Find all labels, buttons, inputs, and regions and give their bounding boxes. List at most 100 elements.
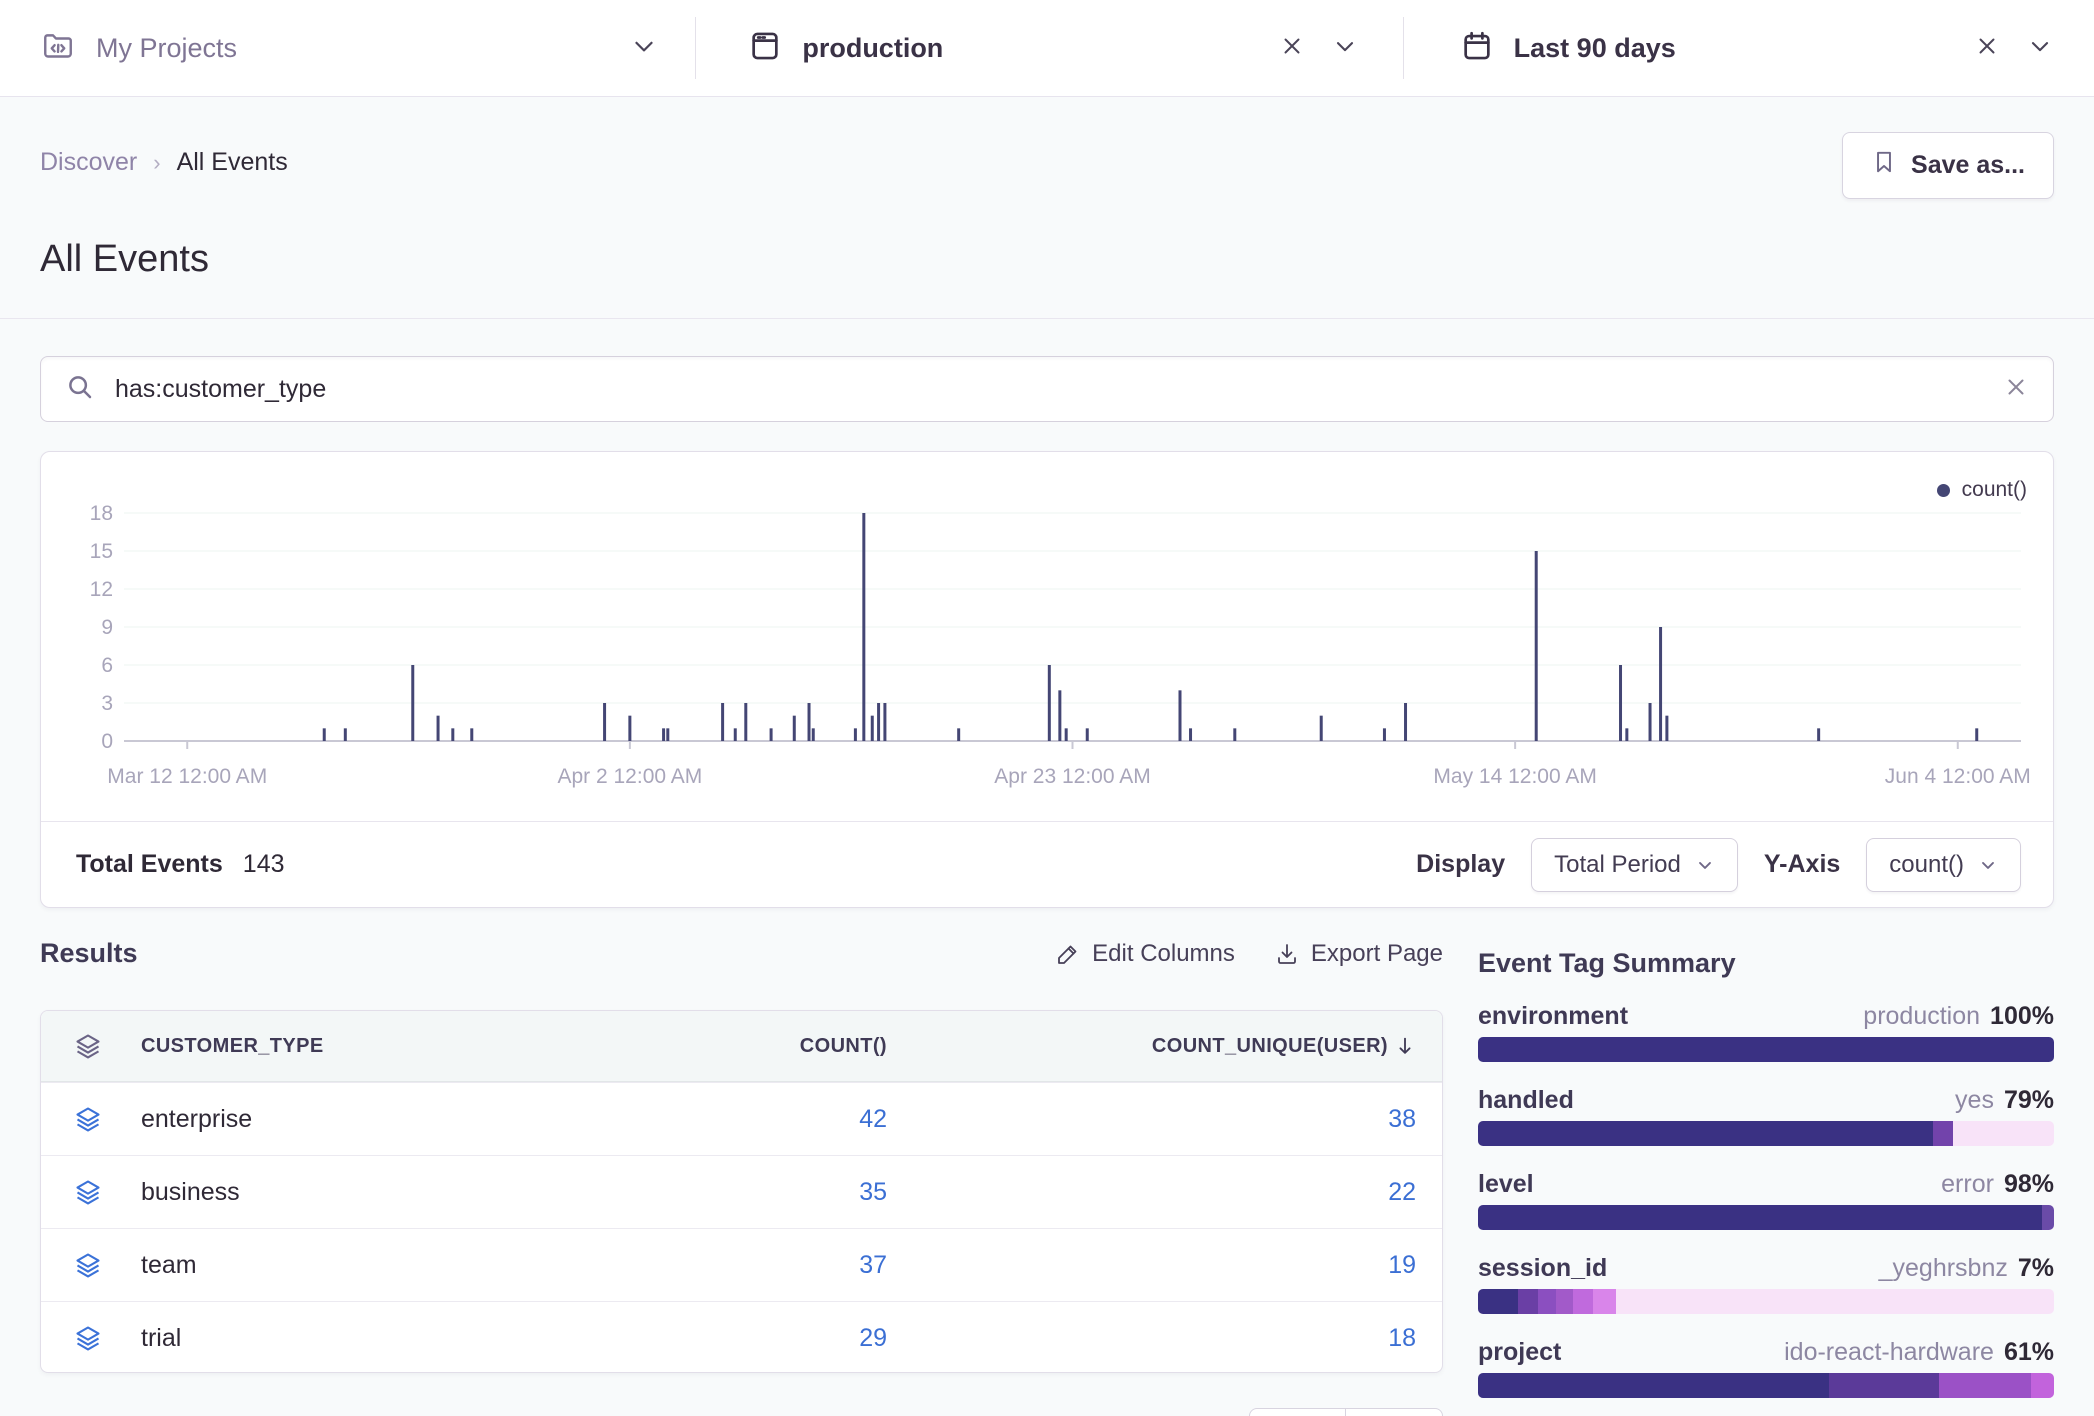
svg-text:May 14 12:00 AM: May 14 12:00 AM: [1433, 765, 1596, 788]
tag-percent: 79%: [2004, 1086, 2054, 1114]
stack-icon: [41, 1105, 141, 1133]
count-unique-link[interactable]: 18: [887, 1324, 1416, 1353]
column-header-count[interactable]: COUNT(): [587, 1035, 887, 1058]
tag-bar-segment[interactable]: [1573, 1289, 1593, 1314]
tag-bar-segment[interactable]: [2031, 1373, 2054, 1398]
display-dropdown[interactable]: Total Period: [1531, 838, 1738, 892]
pagination: [1249, 1408, 1443, 1416]
column-header-customer-type[interactable]: CUSTOMER_TYPE: [141, 1035, 587, 1058]
search-input[interactable]: [115, 375, 1983, 404]
stack-icon: [41, 1324, 141, 1352]
yaxis-dropdown[interactable]: count(): [1866, 838, 2021, 892]
stack-icon: [41, 1178, 141, 1206]
calendar-icon: [1460, 29, 1494, 68]
svg-text:9: 9: [101, 616, 113, 639]
customer-type-value: trial: [141, 1324, 587, 1353]
environment-window-icon: [748, 29, 782, 68]
search-clear-icon[interactable]: [2003, 374, 2029, 405]
table-row: team 37 19: [41, 1228, 1442, 1301]
tag-bar-segment[interactable]: [1593, 1289, 1616, 1314]
tag-bar-segment[interactable]: [1939, 1373, 2031, 1398]
svg-text:18: 18: [90, 502, 113, 525]
pencil-icon: [1056, 942, 1080, 966]
environment-selector[interactable]: production: [696, 0, 1402, 96]
tag-bar-level[interactable]: [1478, 1205, 2054, 1230]
svg-text:Mar 12 12:00 AM: Mar 12 12:00 AM: [107, 765, 267, 788]
tag-bar-segment[interactable]: [1556, 1289, 1573, 1314]
tag-bar-segment[interactable]: [1478, 1037, 2054, 1062]
projects-folder-icon: [40, 29, 76, 68]
search-bar: [40, 356, 2054, 422]
count-unique-link[interactable]: 38: [887, 1105, 1416, 1134]
svg-text:3: 3: [101, 692, 113, 715]
svg-text:Apr 23 12:00 AM: Apr 23 12:00 AM: [994, 765, 1150, 788]
edit-columns-button[interactable]: Edit Columns: [1056, 940, 1235, 968]
tag-bar-project[interactable]: [1478, 1373, 2054, 1398]
tag-bar-environment[interactable]: [1478, 1037, 2054, 1062]
bookmark-icon: [1871, 148, 1897, 183]
tag-bar-segment[interactable]: [1829, 1373, 1938, 1398]
count-link[interactable]: 35: [587, 1178, 887, 1207]
tag-top-value: production: [1863, 1002, 1980, 1030]
export-page-button[interactable]: Export Page: [1275, 940, 1443, 968]
count-link[interactable]: 42: [587, 1105, 887, 1134]
save-as-button[interactable]: Save as...: [1842, 132, 2054, 199]
export-page-label: Export Page: [1311, 940, 1443, 968]
breadcrumb-current: All Events: [177, 148, 288, 177]
environment-selector-label: production: [802, 33, 943, 64]
tag-bar-session-id[interactable]: [1478, 1289, 2054, 1314]
display-dropdown-value: Total Period: [1554, 851, 1681, 879]
tag-row-environment: environment production100%: [1478, 1002, 2054, 1031]
count-link[interactable]: 37: [587, 1251, 887, 1280]
tag-row-handled: handled yes79%: [1478, 1086, 2054, 1115]
date-range-selector[interactable]: Last 90 days: [1404, 0, 2094, 96]
customer-type-value: business: [141, 1178, 587, 1207]
header-divider: [0, 318, 2094, 319]
date-range-chevron-down-icon[interactable]: [2026, 32, 2054, 65]
tag-bar-segment[interactable]: [1478, 1373, 1829, 1398]
chart-footer: Total Events 143 Display Total Period Y-…: [41, 821, 2053, 907]
count-unique-link[interactable]: 19: [887, 1251, 1416, 1280]
table-row: enterprise 42 38: [41, 1082, 1442, 1155]
tag-top-value: ido-react-hardware: [1784, 1338, 1994, 1366]
tag-row-project: project ido-react-hardware61%: [1478, 1338, 2054, 1367]
svg-text:Apr 2 12:00 AM: Apr 2 12:00 AM: [557, 765, 702, 788]
tag-bar-segment[interactable]: [1478, 1289, 1518, 1314]
display-label: Display: [1416, 850, 1505, 879]
breadcrumb: Discover › All Events: [40, 148, 288, 177]
events-over-time-chart: 0369121518Mar 12 12:00 AMApr 2 12:00 AMA…: [41, 452, 2053, 802]
discover-page: My Projects production: [0, 0, 2094, 1416]
tag-top-value: error: [1941, 1170, 1994, 1198]
count-link[interactable]: 29: [587, 1324, 887, 1353]
tag-bar-segment[interactable]: [1518, 1289, 1538, 1314]
previous-page-button[interactable]: [1249, 1408, 1346, 1416]
tag-bar-segment[interactable]: [1933, 1121, 1953, 1146]
save-as-label: Save as...: [1911, 151, 2025, 180]
tag-bar-segment[interactable]: [2042, 1205, 2054, 1230]
breadcrumb-discover-link[interactable]: Discover: [40, 148, 137, 177]
customer-type-value: team: [141, 1251, 587, 1280]
page-title: All Events: [40, 238, 209, 281]
edit-columns-label: Edit Columns: [1092, 940, 1235, 968]
tag-bar-segment[interactable]: [1478, 1121, 1933, 1146]
tag-bar-handled[interactable]: [1478, 1121, 2054, 1146]
tag-row-session-id: session_id _yeghrsbnz7%: [1478, 1254, 2054, 1283]
stack-icon: [41, 1251, 141, 1279]
download-icon: [1275, 942, 1299, 966]
customer-type-value: enterprise: [141, 1105, 587, 1134]
project-selector[interactable]: My Projects: [0, 0, 695, 96]
tag-bar-segment[interactable]: [1538, 1289, 1555, 1314]
table-row: business 35 22: [41, 1155, 1442, 1228]
yaxis-label: Y-Axis: [1764, 850, 1840, 879]
tag-bar-segment[interactable]: [1478, 1205, 2042, 1230]
environment-chevron-down-icon[interactable]: [1331, 32, 1359, 65]
count-unique-link[interactable]: 22: [887, 1178, 1416, 1207]
tag-percent: 100%: [1990, 1002, 2054, 1030]
column-header-count-unique[interactable]: COUNT_UNIQUE(USER): [887, 1035, 1416, 1058]
tag-top-value: _yeghrsbnz: [1879, 1254, 2008, 1282]
next-page-button[interactable]: [1346, 1408, 1443, 1416]
date-range-clear-icon[interactable]: [1974, 33, 2000, 64]
environment-clear-icon[interactable]: [1279, 33, 1305, 64]
tag-top-value: yes: [1955, 1086, 1994, 1114]
project-chevron-down-icon[interactable]: [629, 31, 659, 66]
